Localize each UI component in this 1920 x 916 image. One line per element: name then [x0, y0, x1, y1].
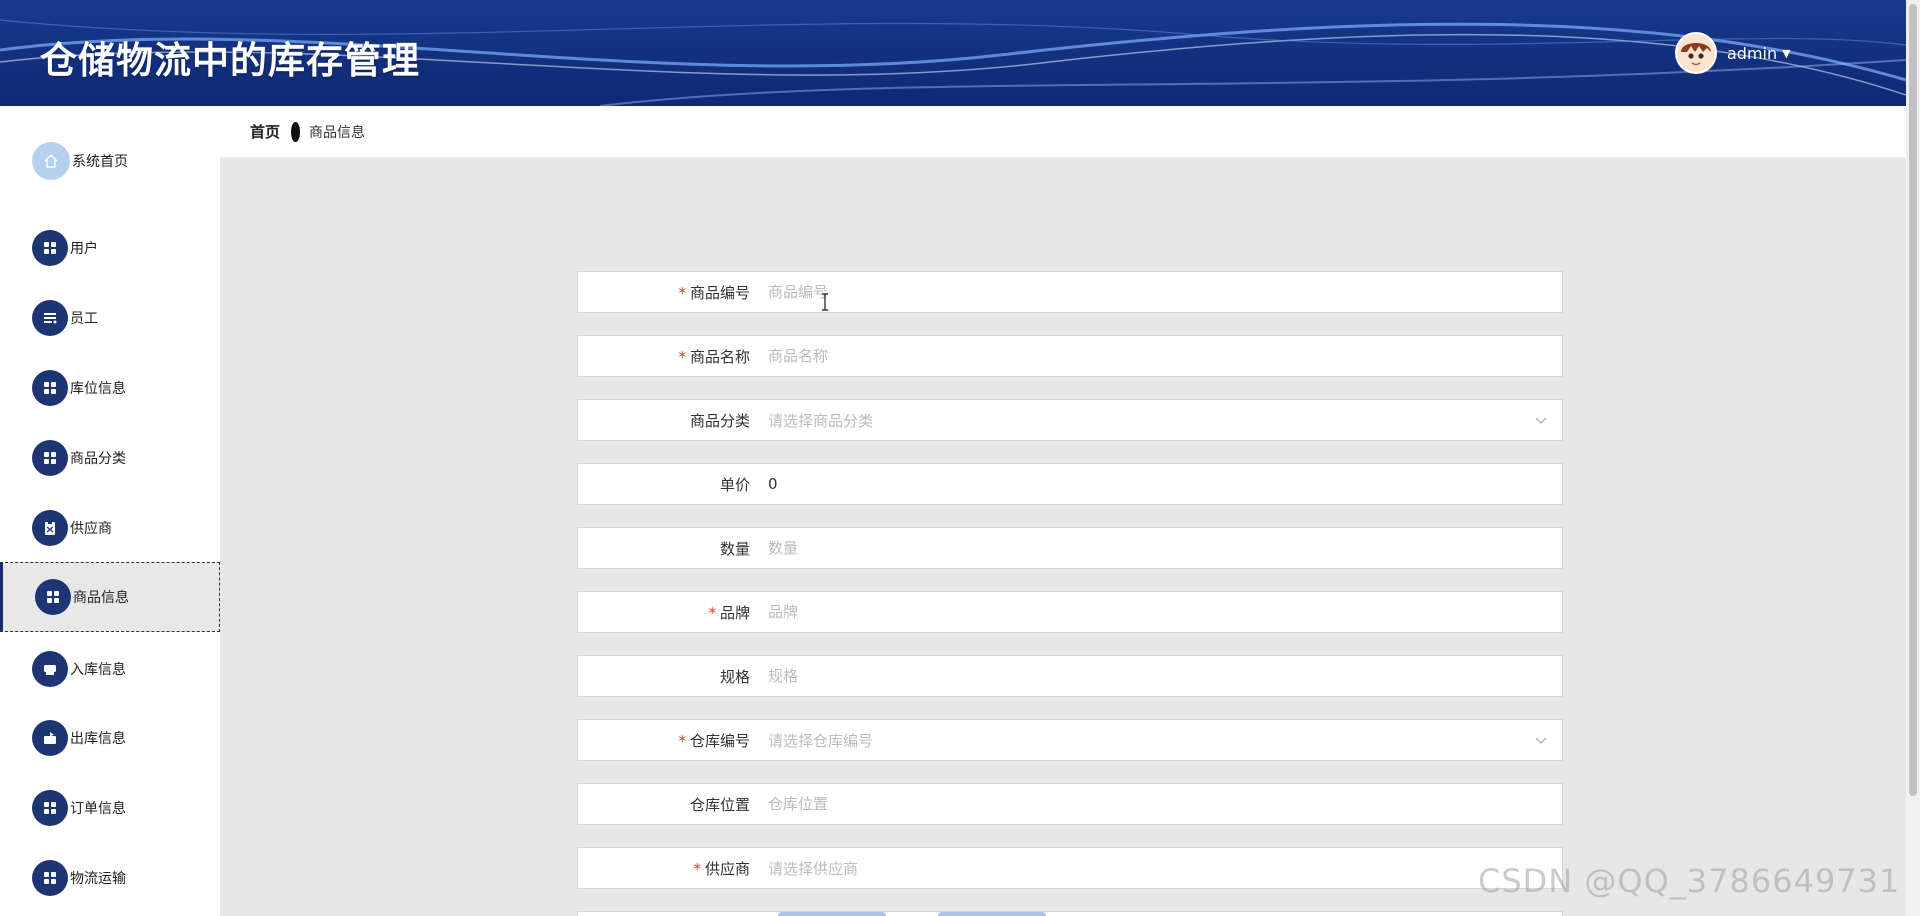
sidebar-item-4[interactable]: 商品分类: [0, 423, 220, 493]
brand-input[interactable]: [750, 592, 1562, 632]
breadcrumb-current: 商品信息: [309, 124, 366, 141]
form-row-partial: [577, 911, 1563, 916]
field-label: 商品分类: [689, 411, 750, 430]
app-header: 仓储物流中的库存管理 admin ▼: [0, 0, 1906, 106]
required-mark: *: [678, 283, 686, 302]
required-mark: *: [678, 347, 686, 366]
required-mark: *: [678, 731, 686, 750]
field-label: 规格: [719, 667, 750, 686]
breadcrumb-separator: [291, 121, 301, 142]
box-icon: [32, 720, 68, 756]
grid-icon: [32, 440, 68, 476]
product-code-input[interactable]: [750, 272, 1562, 312]
sidebar-item-label: 商品信息: [73, 590, 129, 606]
sidebar-item-2[interactable]: 员工: [0, 283, 220, 353]
breadcrumb-home[interactable]: 首页: [250, 121, 280, 142]
form-row-specification: 规格: [577, 655, 1563, 697]
chevron-down-icon: [1535, 417, 1547, 424]
sidebar-item-label: 系统首页: [72, 154, 128, 170]
sidebar-item-0[interactable]: 系统首页: [0, 126, 220, 196]
avatar[interactable]: [1675, 32, 1717, 74]
field-label: * 供应商: [693, 859, 750, 878]
form-row-warehouse-location: 仓库位置: [577, 783, 1563, 825]
product-category-select[interactable]: 请选择商品分类: [750, 400, 1562, 440]
clipboard-icon: [32, 510, 68, 546]
field-label: 仓库位置: [689, 795, 750, 814]
product-name-input[interactable]: [750, 336, 1562, 376]
sidebar-item-label: 出库信息: [70, 731, 126, 747]
sidebar-item-6[interactable]: 商品信息: [0, 562, 220, 632]
sidebar-item-9[interactable]: 订单信息: [0, 773, 220, 843]
scrollbar-thumb[interactable]: [1909, 4, 1917, 796]
printer-icon: [32, 651, 68, 687]
form-row-warehouse-code: * 仓库编号 请选择仓库编号: [577, 719, 1563, 761]
cancel-button[interactable]: [938, 912, 1046, 916]
field-label: 单价: [719, 475, 750, 494]
field-label: * 仓库编号: [678, 731, 750, 750]
grid-icon: [32, 370, 68, 406]
field-label: * 商品名称: [678, 347, 750, 366]
form-row-product-category: 商品分类 请选择商品分类: [577, 399, 1563, 441]
form-row-unit-price: 单价: [577, 463, 1563, 505]
sidebar-item-label: 入库信息: [70, 662, 126, 678]
sidebar-item-label: 用户: [70, 241, 98, 257]
unit-price-input[interactable]: [750, 464, 1562, 504]
sidebar-item-label: 库位信息: [70, 381, 126, 397]
sidebar-item-label: 供应商: [70, 521, 112, 537]
required-mark: *: [693, 859, 701, 878]
list-icon: [32, 300, 68, 336]
sidebar-item-10[interactable]: 物流运输: [0, 843, 220, 913]
field-label: * 商品编号: [678, 283, 750, 302]
grid-icon: [32, 860, 68, 896]
home-icon: [32, 142, 70, 180]
field-label: * 品牌: [708, 603, 750, 622]
username[interactable]: admin: [1727, 44, 1777, 63]
quantity-input[interactable]: [750, 528, 1562, 568]
select-placeholder: 请选择仓库编号: [768, 731, 874, 750]
chevron-down-icon: [1535, 737, 1547, 744]
grid-icon: [35, 579, 71, 615]
app-title: 仓储物流中的库存管理: [40, 39, 420, 82]
grid-icon: [32, 230, 68, 266]
warehouse-code-select[interactable]: 请选择仓库编号: [750, 720, 1562, 760]
sidebar-item-3[interactable]: 库位信息: [0, 353, 220, 423]
warehouse-location-input[interactable]: [750, 784, 1562, 824]
form-row-supplier: * 供应商 请选择供应商: [577, 847, 1563, 889]
text-cursor-icon: [822, 293, 828, 311]
form-row-product-name: * 商品名称: [577, 335, 1563, 377]
sidebar: 系统首页用户员工库位信息商品分类供应商商品信息入库信息出库信息订单信息物流运输: [0, 106, 220, 916]
user-menu[interactable]: admin ▼: [1675, 32, 1791, 74]
form-row-brand: * 品牌: [577, 591, 1563, 633]
avatar-icon: [1677, 34, 1715, 72]
main-content: *商品编号 *商品名称 商品分类 请选择商品分类 单价 数量 *品牌 规格 *仓…: [220, 158, 1906, 916]
specification-input[interactable]: [750, 656, 1562, 696]
sidebar-item-7[interactable]: 入库信息: [0, 634, 220, 704]
field-label: 数量: [719, 539, 750, 558]
breadcrumb: 首页 商品信息: [220, 106, 1906, 158]
sidebar-item-1[interactable]: 用户: [0, 213, 220, 283]
watermark: CSDN @QQ_3786649731: [1478, 862, 1901, 900]
caret-down-icon[interactable]: ▼: [1782, 47, 1790, 60]
form-row-product-code: * 商品编号: [577, 271, 1563, 313]
select-placeholder: 请选择商品分类: [768, 411, 874, 430]
sidebar-item-label: 订单信息: [70, 801, 126, 817]
page-scrollbar[interactable]: [1906, 0, 1920, 916]
supplier-select[interactable]: 请选择供应商: [750, 848, 1562, 888]
sidebar-item-label: 商品分类: [70, 451, 126, 467]
select-placeholder: 请选择供应商: [768, 859, 859, 878]
required-mark: *: [708, 603, 716, 622]
sidebar-item-5[interactable]: 供应商: [0, 493, 220, 563]
sidebar-item-label: 物流运输: [70, 871, 126, 887]
sidebar-item-label: 员工: [70, 311, 98, 327]
form-row-quantity: 数量: [577, 527, 1563, 569]
submit-button[interactable]: [778, 912, 886, 916]
grid-icon: [32, 790, 68, 826]
sidebar-item-8[interactable]: 出库信息: [0, 703, 220, 773]
